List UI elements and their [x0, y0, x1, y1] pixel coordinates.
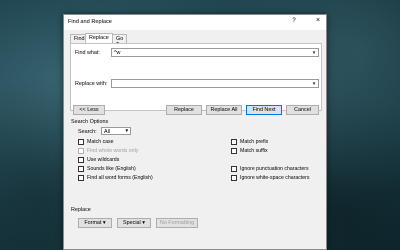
help-button[interactable]: ? [290, 18, 298, 24]
word-forms-checkbox[interactable]: Find all word forms (English) [78, 175, 153, 181]
special-button[interactable]: Special ▾ [117, 218, 151, 228]
checkbox-box [78, 148, 84, 154]
less-button[interactable]: << Less [73, 105, 105, 115]
close-button[interactable]: × [314, 17, 322, 24]
ignore-whitespace-checkbox[interactable]: Ignore white-space characters [231, 175, 310, 181]
format-button[interactable]: Format ▾ [78, 218, 112, 228]
tab-find-label: Find [74, 36, 85, 42]
find-replace-dialog: Find and Replace ? × Find Replace Go To … [63, 14, 327, 250]
wildcards-checkbox[interactable]: Use wildcards [78, 157, 119, 163]
find-what-label: Find what: [75, 50, 100, 56]
checkbox-box[interactable] [231, 148, 237, 154]
replace-section-heading: Replace [71, 207, 91, 213]
chevron-down-icon[interactable]: ▼ [310, 49, 318, 56]
checkbox-label: Ignore white-space characters [240, 175, 310, 181]
chevron-down-icon: ▼ [124, 128, 129, 133]
no-formatting-button: No Formatting [156, 218, 198, 228]
replace-button[interactable]: Replace [166, 105, 202, 115]
match-prefix-checkbox[interactable]: Match prefix [231, 139, 268, 145]
checkbox-box[interactable] [231, 139, 237, 145]
replace-with-label: Replace with: [75, 81, 108, 87]
checkbox-box[interactable] [231, 175, 237, 181]
find-what-value: ^w [114, 50, 121, 56]
dialog-title: Find and Replace [68, 19, 112, 25]
checkbox-label: Match prefix [240, 139, 269, 145]
ignore-punctuation-checkbox[interactable]: Ignore punctuation characters [231, 166, 309, 172]
checkbox-box[interactable] [78, 139, 84, 145]
chevron-down-icon[interactable]: ▼ [310, 80, 318, 87]
search-label: Search: [78, 129, 97, 135]
tab-replace[interactable]: Replace [85, 33, 113, 43]
checkbox-label: Use wildcards [87, 157, 120, 163]
search-direction-value: All [104, 128, 110, 135]
tab-replace-label: Replace [89, 35, 109, 41]
replace-all-button[interactable]: Replace All [206, 105, 242, 115]
replace-with-input[interactable]: ▼ [111, 79, 319, 88]
checkbox-box[interactable] [78, 157, 84, 163]
find-next-button[interactable]: Find Next [246, 105, 282, 115]
checkbox-box[interactable] [78, 166, 84, 172]
checkbox-label: Match case [87, 139, 114, 145]
match-suffix-checkbox[interactable]: Match suffix [231, 148, 268, 154]
title-bar: Find and Replace ? × [64, 15, 326, 30]
checkbox-box[interactable] [78, 175, 84, 181]
checkbox-label: Find all word forms (English) [87, 175, 153, 181]
checkbox-label: Match suffix [240, 148, 268, 154]
checkbox-box[interactable] [231, 166, 237, 172]
find-what-input[interactable]: ^w ▼ [111, 48, 319, 57]
tab-panel: Find what: ^w ▼ Replace with: ▼ [70, 43, 322, 111]
checkbox-label: Find whole words only [87, 148, 139, 154]
search-direction-select[interactable]: All ▼ [101, 127, 131, 135]
checkbox-label: Sounds like (English) [87, 166, 136, 172]
cancel-button[interactable]: Cancel [286, 105, 319, 115]
search-options-heading: Search Options [71, 119, 109, 125]
tab-goto[interactable]: Go To [112, 34, 128, 48]
sounds-like-checkbox[interactable]: Sounds like (English) [78, 166, 136, 172]
match-case-checkbox[interactable]: Match case [78, 139, 114, 145]
checkbox-label: Ignore punctuation characters [240, 166, 309, 172]
whole-words-checkbox: Find whole words only [78, 148, 138, 154]
